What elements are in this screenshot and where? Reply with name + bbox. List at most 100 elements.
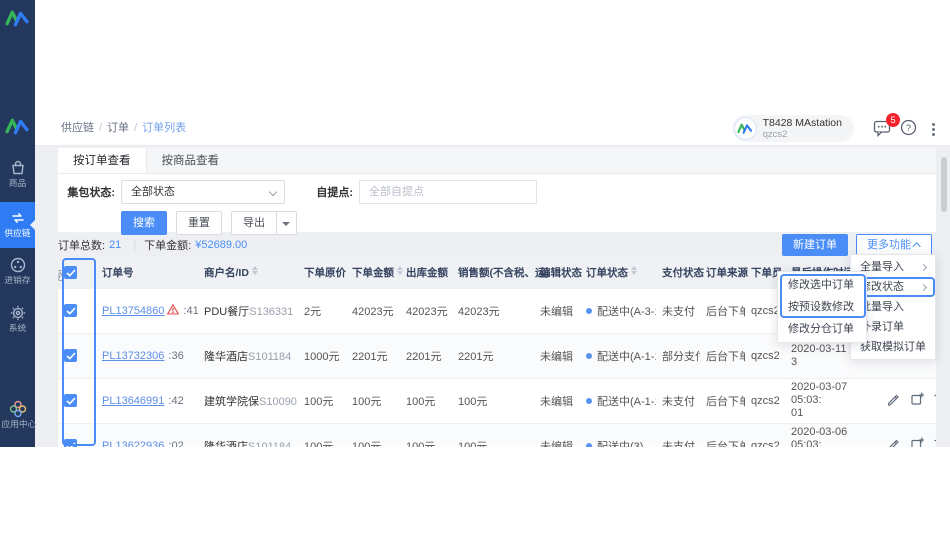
sales-amount-cell: 42023元	[452, 287, 534, 333]
order-number-link[interactable]: PL13646991	[102, 395, 164, 407]
merchant-cell: PDU餐厅S136331	[198, 287, 298, 333]
table-row: PL13622936:02 隆华酒店S101184 100元 100元 100元…	[58, 422, 936, 447]
export-button[interactable]: 导出	[231, 211, 277, 235]
tab-by-order[interactable]: 按订单查看	[58, 148, 147, 173]
filter-panel: 按订单查看按商品查看 集包状态: 全部状态 自提点: 搜索 重置 导出	[58, 148, 936, 235]
order-count-label: 订单总数:	[58, 240, 106, 252]
order-amount-cell: 100元	[346, 377, 400, 423]
sidebar-item-supply-chain[interactable]: 供应链	[0, 202, 35, 248]
column-header[interactable]: 下单金额	[346, 258, 403, 288]
system-gear-icon	[0, 304, 35, 322]
order-no-cell: PL13646991 :42	[96, 377, 198, 423]
order-no-cell: PL13754860:41	[96, 287, 198, 333]
source-cell: 后台下单	[700, 377, 745, 423]
more-options-icon[interactable]	[932, 121, 936, 138]
avatar	[733, 117, 757, 140]
column-header: 出库金额	[400, 258, 452, 288]
source-cell: 后台下单	[700, 422, 745, 447]
order-number-link[interactable]: PL13622936	[102, 440, 164, 447]
clipped-column-text: 受	[58, 267, 63, 284]
edit-icon[interactable]	[886, 437, 900, 447]
source-cell: 后台下单	[700, 287, 745, 333]
sidebar-item-label: 商品	[8, 178, 27, 189]
delete-icon[interactable]	[934, 392, 936, 409]
account-name: T8428 MAstation	[762, 116, 842, 129]
new-order-button[interactable]: 新建订单	[782, 234, 848, 256]
submenu-arrow-icon	[919, 283, 928, 291]
edit-status-cell: 未编辑	[534, 287, 580, 333]
sidebar: 商品 供应链 进销存 系统 应用中心	[0, 0, 37, 447]
help-icon[interactable]: ?	[900, 119, 917, 141]
edit-icon[interactable]	[886, 392, 900, 409]
outbound-amount-cell: 100元	[400, 422, 452, 447]
more-functions-button[interactable]: 更多功能	[856, 234, 932, 256]
submenu-item[interactable]: 修改选中订单	[778, 274, 866, 296]
brand-logo-icon	[5, 116, 30, 141]
sales-amount-cell: 100元	[452, 422, 534, 447]
messages-icon[interactable]: 5	[873, 113, 900, 142]
time-fragment: :42	[168, 394, 184, 407]
order-status-cell: 配送中(A-1-1)	[580, 377, 656, 423]
row-checkbox[interactable]	[64, 439, 77, 447]
pickup-point-label: 自提点:	[316, 187, 353, 199]
sort-icon[interactable]	[397, 266, 403, 276]
copy-icon[interactable]	[910, 437, 925, 447]
submenu-item[interactable]: 修改分仓订单	[778, 318, 866, 340]
row-checkbox[interactable]	[64, 394, 77, 407]
order-amount-cell: 42023元	[346, 287, 400, 333]
breadcrumb-item[interactable]: 供应链	[61, 122, 94, 134]
account-subname: qzcs2	[762, 129, 788, 140]
order-number-link[interactable]: PL13754860	[102, 305, 164, 317]
column-header: 销售额(不含税、运)	[452, 258, 549, 288]
time-fragment: :02	[168, 439, 184, 447]
chevron-up-icon	[912, 242, 921, 251]
reset-button[interactable]: 重置	[176, 211, 222, 235]
topbar: 供应链 / 订单 / 订单列表 T8428 MAstation qzcs2 5 ?	[35, 110, 950, 146]
pay-status-cell: 未支付	[656, 377, 700, 423]
pickup-point-input[interactable]	[359, 180, 537, 204]
account-menu[interactable]: T8428 MAstation qzcs2	[731, 115, 854, 142]
sidebar-item-label: 应用中心	[1, 419, 37, 430]
sidebar-item-inventory[interactable]: 进销存	[0, 252, 35, 286]
edit-status-cell: 未编辑	[534, 422, 580, 447]
order-number-link[interactable]: PL13732306	[102, 350, 164, 362]
select-all-header	[58, 258, 96, 288]
column-header[interactable]: 商户名/ID	[198, 258, 298, 288]
search-button[interactable]: 搜索	[121, 211, 167, 235]
status-dot-icon	[586, 352, 592, 359]
column-header[interactable]: 订单状态	[580, 258, 656, 288]
inventory-icon	[0, 256, 35, 274]
original-price-cell: 1000元	[298, 332, 346, 378]
export-dropdown-caret-icon[interactable]	[277, 211, 297, 235]
actions-cell	[880, 422, 936, 447]
sidebar-item-system-gear[interactable]: 系统	[0, 300, 35, 334]
source-cell: 后台下单	[700, 332, 745, 378]
column-header: 订单号	[96, 258, 198, 288]
status-dot-icon	[586, 397, 592, 404]
pay-status-cell: 未支付	[656, 287, 700, 333]
vertical-scrollbar-thumb[interactable]	[941, 157, 947, 212]
breadcrumb-item[interactable]: 订单	[107, 122, 129, 134]
sort-icon[interactable]	[631, 266, 637, 276]
status-dot-icon	[586, 307, 592, 314]
edit-status-cell: 未编辑	[534, 377, 580, 423]
order-list-page: 商品 供应链 进销存 系统 应用中心 供应链 / 订单 / 订单列表 T8428 MAs…	[0, 0, 950, 550]
original-price-cell: 100元	[298, 377, 346, 423]
select-all-checkbox[interactable]	[64, 266, 77, 280]
order-amount-value: ¥52689.00	[195, 239, 248, 251]
delete-icon[interactable]	[934, 437, 936, 447]
column-header: 编辑状态	[534, 258, 582, 288]
sidebar-item-product-bag[interactable]: 商品	[0, 155, 35, 189]
sidebar-item-app-center[interactable]: 应用中心	[0, 396, 37, 430]
tab-by-product[interactable]: 按商品查看	[147, 148, 235, 173]
sort-icon[interactable]	[251, 266, 258, 276]
order-amount-cell: 100元	[346, 422, 400, 447]
product-bag-icon	[0, 159, 35, 177]
supply-chain-icon	[0, 209, 35, 227]
submenu-item[interactable]: 按预设数修改	[778, 296, 866, 318]
row-checkbox[interactable]	[64, 349, 77, 362]
breadcrumb: 供应链 / 订单 / 订单列表	[61, 122, 187, 134]
copy-icon[interactable]	[910, 392, 925, 409]
package-status-select[interactable]: 全部状态	[121, 180, 285, 204]
row-checkbox[interactable]	[64, 304, 77, 317]
